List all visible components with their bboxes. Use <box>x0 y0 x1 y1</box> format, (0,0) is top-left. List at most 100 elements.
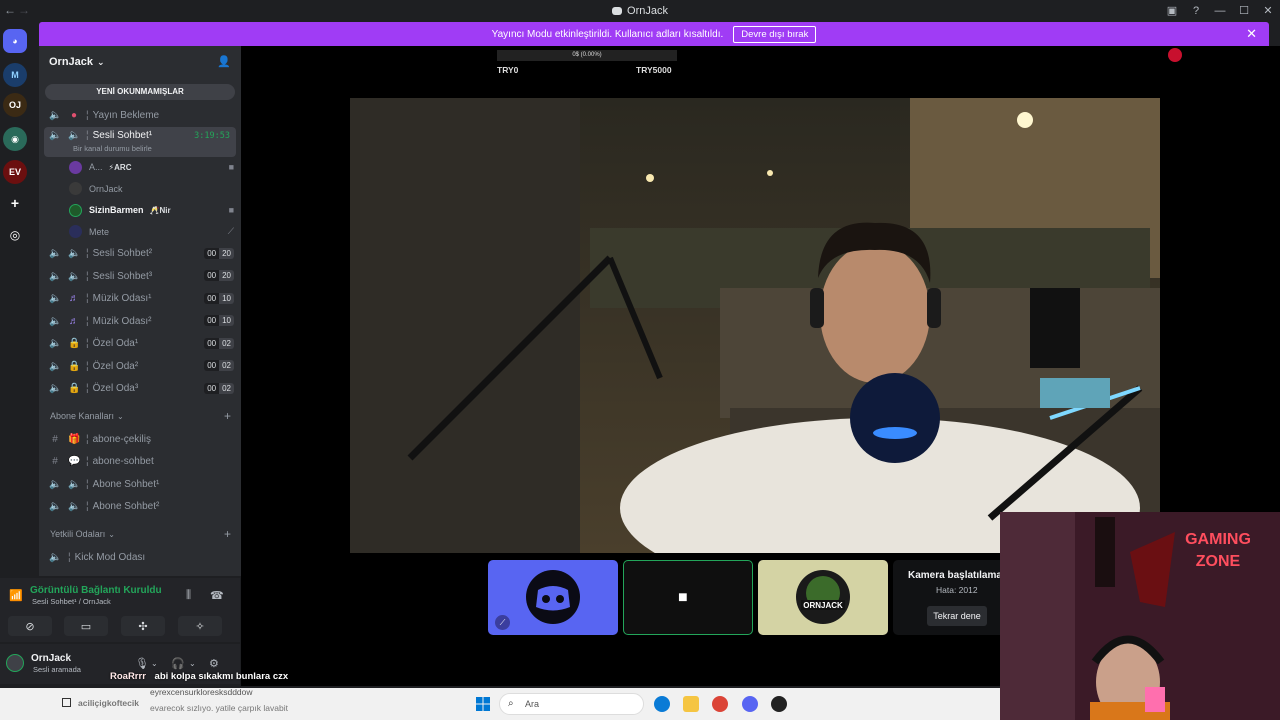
speaker-icon: 🔈 <box>49 478 62 490</box>
forward-arrow-icon[interactable]: → <box>18 3 30 17</box>
channel-abone-sohbet-2[interactable]: 🔈 🔈 ¦ Abone Sohbet² <box>39 496 241 519</box>
participant-tile-discord[interactable]: ⟋ <box>488 560 618 635</box>
obs-icon[interactable] <box>771 696 787 712</box>
user-status: Sesli aramada <box>33 665 81 674</box>
chevron-down-icon[interactable]: ⌄ <box>189 659 196 668</box>
channel-kick-mod-odasi[interactable]: 🔈 ¦ Kick Mod Odası <box>39 546 241 569</box>
category-yetkili-odalari[interactable]: Yetkili Odaları ⌄ + <box>39 522 241 546</box>
avatar <box>69 160 82 174</box>
speaker-icon: 🔈 <box>49 293 62 305</box>
participant-tile-camera[interactable]: ■ <box>623 560 753 635</box>
close-window-button[interactable]: ✕ <box>1256 0 1280 21</box>
channel-status[interactable]: Bir kanal durumu belirle <box>73 144 152 153</box>
channel-sesli-sohbet-3[interactable]: 🔈 🔈 ¦ Sesli Sohbet³ 00 20 <box>39 265 241 288</box>
invite-people-icon[interactable]: 👤 <box>217 55 231 68</box>
maximize-button[interactable]: ☐ <box>1232 0 1256 21</box>
chat-username-faded: aciliçigkoftecik <box>78 698 139 708</box>
channel-muzik-odasi-2[interactable]: 🔈 ♬ ¦ Müzik Odası² 00 10 <box>39 310 241 333</box>
main-video-stream[interactable] <box>350 98 1160 553</box>
edge-browser-icon[interactable] <box>654 696 670 712</box>
camera-off-button[interactable]: ⊘ <box>8 616 52 636</box>
channel-ozel-oda-3[interactable]: 🔈 🔒 ¦ Özel Oda³ 00 02 <box>39 378 241 401</box>
voice-user[interactable]: OrnJack <box>39 178 241 200</box>
voice-user[interactable]: SizinBarmen 🥂Nir ■ <box>39 200 241 222</box>
channel-sidebar: OrnJack ⌄ 👤 YENİ OKUNMAMIŞLAR 🔈 ● ¦ Yayı… <box>39 46 241 576</box>
windows-start-icon[interactable] <box>476 697 490 711</box>
window-title: OrnJack <box>612 5 668 17</box>
music-icon: ♬ <box>69 315 79 327</box>
settings-gear-icon[interactable]: ⚙ <box>209 657 219 670</box>
signal-icon[interactable]: 📶 <box>9 589 23 602</box>
close-icon[interactable]: ✕ <box>1246 26 1257 42</box>
server-icon-ornjack[interactable]: OJ <box>3 93 27 117</box>
disconnect-icon[interactable]: ☎ <box>210 589 224 602</box>
call-timer: 3:19:53 <box>194 130 230 141</box>
direct-messages-icon[interactable]: ◕ <box>3 29 27 53</box>
ornjack-logo-icon: ORNJACK <box>796 570 850 624</box>
category-abone-kanallari[interactable]: Abone Kanalları ⌄ + <box>39 404 241 428</box>
help-icon[interactable]: ? <box>1184 0 1208 21</box>
chrome-icon[interactable] <box>712 696 728 712</box>
donation-progress-bar: 0$ (0.00%) <box>497 50 677 61</box>
inbox-icon[interactable]: ▣ <box>1160 0 1184 21</box>
voice-user[interactable]: Mete ⟋ <box>39 221 241 243</box>
channel-yayin-bekleme[interactable]: 🔈 ● ¦ Yayın Bekleme <box>39 104 241 127</box>
chevron-down-icon: ⌄ <box>117 411 124 421</box>
channel-ozel-oda-2[interactable]: 🔈 🔒 ¦ Özel Oda² 00 02 <box>39 355 241 378</box>
server-icon-3[interactable]: ◉ <box>3 127 27 151</box>
server-icon-mw[interactable]: M <box>3 63 27 87</box>
explore-icon[interactable]: ◎ <box>3 223 27 247</box>
microphone-icon[interactable]: 🎙 <box>135 657 149 670</box>
server-header[interactable]: OrnJack ⌄ 👤 <box>39 46 241 78</box>
speaker-icon: 🔈 <box>49 551 62 563</box>
streamer-webcam-overlay: GAMING ZONE <box>1000 512 1280 720</box>
add-server-icon[interactable]: + <box>3 191 27 215</box>
server-icon-ev[interactable]: EV <box>3 160 27 184</box>
deafened-icon: ⟋ <box>227 226 234 236</box>
noise-suppression-icon[interactable]: ⫼ <box>186 589 191 602</box>
chat-message-faded: eyrexcensurkloresksdddow <box>150 687 253 697</box>
chevron-down-icon: ⌄ <box>108 529 115 539</box>
avatar <box>69 182 82 196</box>
taskbar-search[interactable]: ⌕ Ara <box>499 693 644 715</box>
headphones-icon[interactable]: 🎧 <box>171 657 185 670</box>
speaker-icon: 🔈 <box>68 270 81 282</box>
chevron-down-icon: ⌄ <box>97 56 105 67</box>
new-unreads-pill[interactable]: YENİ OKUNMAMIŞLAR <box>45 84 235 100</box>
channel-ozel-oda-1[interactable]: 🔈 🔒 ¦ Özel Oda¹ 00 02 <box>39 333 241 356</box>
speaker-icon: 🔈 <box>49 338 62 350</box>
add-channel-icon[interactable]: + <box>224 409 231 423</box>
username[interactable]: OrnJack <box>31 653 71 664</box>
avatar[interactable] <box>6 654 24 672</box>
participant-tile-ornjack[interactable]: ORNJACK <box>758 560 888 635</box>
voice-status[interactable]: Görüntülü Bağlantı Kuruldu <box>30 585 162 596</box>
speaker-icon: 🔈 <box>68 248 81 260</box>
channel-sesli-sohbet-2[interactable]: 🔈 🔈 ¦ Sesli Sohbet² 00 20 <box>39 243 241 266</box>
retry-button[interactable]: Tekrar dene <box>927 606 987 626</box>
soundboard-button[interactable]: ✧ <box>178 616 222 636</box>
minimize-button[interactable]: — <box>1208 0 1232 21</box>
svg-text:GAMING: GAMING <box>1185 531 1251 548</box>
chat-message-faded: evarecok sızlıyo. yatile çarpık lavabit <box>150 703 288 713</box>
channel-abone-cekilis[interactable]: # 🎁 ¦ abone-çekiliş <box>39 428 241 451</box>
channel-sesli-sohbet-1[interactable]: 🔈 🔈 ¦ Sesli Sohbet¹ 3:19:53 Bir kanal du… <box>44 126 236 157</box>
channel-muzik-odasi-1[interactable]: 🔈 ♬ ¦ Müzik Odası¹ 00 10 <box>39 288 241 311</box>
webcam-image: GAMING ZONE <box>1000 512 1280 720</box>
disable-streamer-mode-button[interactable]: Devre dışı bırak <box>733 25 817 43</box>
speaker-icon: 🔈 <box>49 129 62 141</box>
back-arrow-icon[interactable]: ← <box>4 3 16 17</box>
add-channel-icon[interactable]: + <box>224 527 231 541</box>
activities-button[interactable]: ✣ <box>121 616 165 636</box>
file-explorer-icon[interactable] <box>683 696 699 712</box>
chevron-down-icon[interactable]: ⌄ <box>151 659 158 668</box>
screen-share-button[interactable]: ▭ <box>64 616 108 636</box>
hashtag-icon: # <box>52 456 58 468</box>
donation-min-label: TRY0 <box>497 65 519 75</box>
camera-error-title: Kamera başlatılama <box>908 570 1002 581</box>
voice-user[interactable]: A... ⚡ARC ■ <box>39 157 241 179</box>
channel-abone-sohbet-1[interactable]: 🔈 🔈 ¦ Abone Sohbet¹ <box>39 473 241 496</box>
discord-taskbar-icon[interactable] <box>742 696 758 712</box>
channel-abone-sohbet[interactable]: # 💬 ¦ abone-sohbet <box>39 451 241 474</box>
speaker-icon: 🔈 <box>68 501 81 513</box>
lock-icon: 🔒 <box>68 383 81 395</box>
